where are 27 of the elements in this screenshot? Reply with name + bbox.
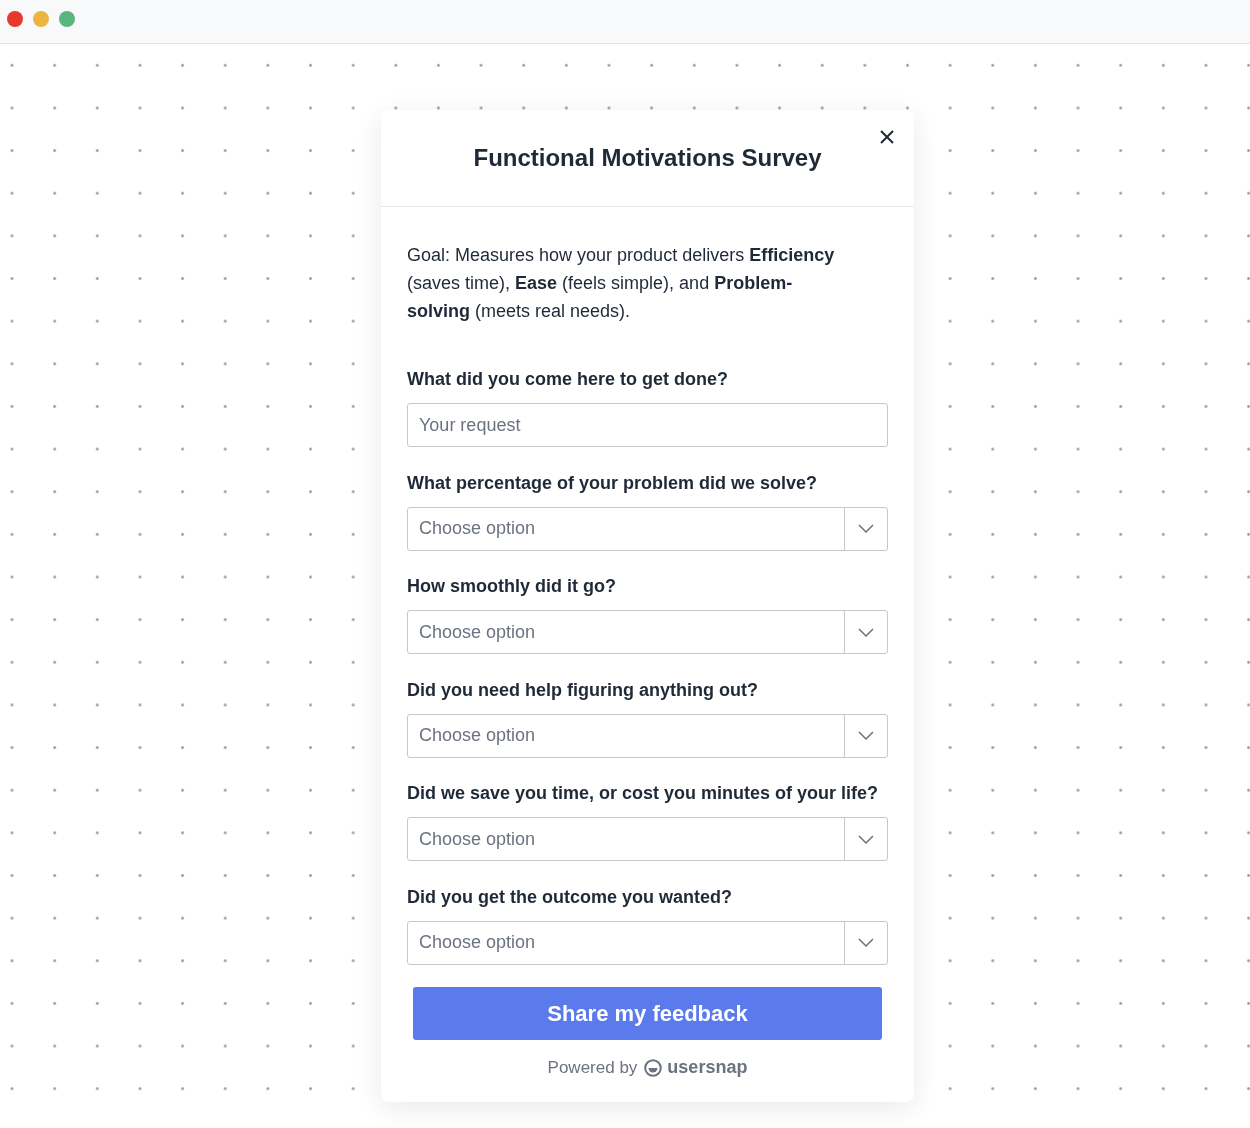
chevron-down-icon (858, 524, 874, 534)
chevron-down-icon (858, 938, 874, 948)
window-close-button[interactable] (7, 11, 23, 27)
question-label: Did you need help figuring anything out? (407, 678, 759, 702)
question-label: Did you get the outcome you wanted? (407, 885, 733, 909)
text-field[interactable]: Your request (407, 403, 888, 447)
window-zoom-button[interactable] (59, 11, 75, 27)
chevron-down-icon (858, 731, 874, 741)
close-icon (880, 130, 894, 144)
powered-by-text: Powered by (547, 1057, 638, 1080)
submit-button[interactable]: Share my feedback (413, 986, 882, 1040)
close-button[interactable] (878, 128, 896, 146)
question-label: Did we save you time, or cost you minutes of your life? (407, 782, 880, 806)
survey-title: Functional Motivations Survey (473, 143, 822, 173)
question-label: What did you come here to get done? (407, 368, 729, 391)
dropdown-field[interactable]: Choose option (407, 920, 888, 965)
question-label: What percentage of your problem did we solve? (407, 471, 819, 495)
dropdown-field[interactable]: Choose option (407, 713, 888, 758)
chevron-down-icon (858, 627, 874, 637)
question-label: How smoothly did it go? (407, 575, 617, 599)
dropdown-field[interactable]: Choose option (407, 817, 888, 862)
brand-name: usersnap (667, 1056, 748, 1080)
dropdown-field[interactable]: Choose option (407, 506, 888, 551)
dropdown-field[interactable]: Choose option (407, 610, 888, 655)
chevron-down-icon (858, 834, 874, 844)
survey-description: Goal: Measures how your product delivers Efficiency (saves time), Ease (feels simple), and Problem-solving (meets real needs). (407, 244, 836, 323)
smile-logo-icon (644, 1058, 663, 1077)
